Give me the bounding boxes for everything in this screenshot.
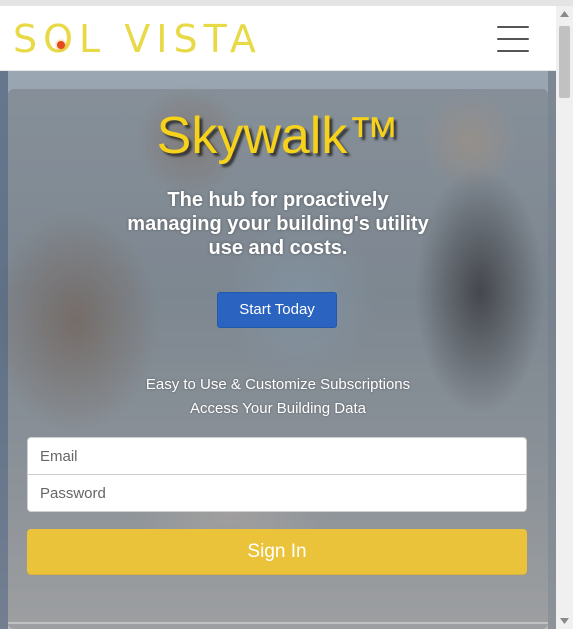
product-title: Skywalk™ — [156, 107, 400, 165]
panel-divider — [8, 622, 548, 624]
hamburger-menu-icon[interactable] — [497, 26, 529, 52]
scroll-down-arrow-icon[interactable] — [556, 613, 573, 629]
vertical-scrollbar[interactable] — [556, 6, 573, 629]
hamburger-bar — [497, 26, 529, 28]
start-today-button[interactable]: Start Today — [217, 292, 337, 328]
password-field[interactable] — [27, 475, 527, 512]
hero-tagline: The hub for proactively managing your bu… — [127, 189, 429, 259]
feature-text: Access Your Building Data — [190, 400, 366, 417]
logo-o-letter: O — [43, 17, 80, 61]
sign-in-button[interactable]: Sign In — [27, 529, 527, 575]
logo-text-start: S — [13, 17, 44, 61]
logo-sun-letter: O — [43, 17, 79, 61]
hamburger-bar — [497, 50, 529, 52]
sol-vista-logo[interactable]: SO L VISTA — [13, 17, 262, 61]
scrollbar-thumb[interactable] — [559, 26, 570, 98]
feature-text: Easy to Use & Customize Subscriptions — [145, 376, 411, 393]
scroll-up-arrow-icon[interactable] — [556, 6, 573, 22]
hamburger-bar — [497, 38, 529, 40]
logo-text-end: L VISTA — [79, 17, 262, 61]
navbar: SO L VISTA — [0, 6, 556, 71]
email-field[interactable] — [27, 437, 527, 475]
